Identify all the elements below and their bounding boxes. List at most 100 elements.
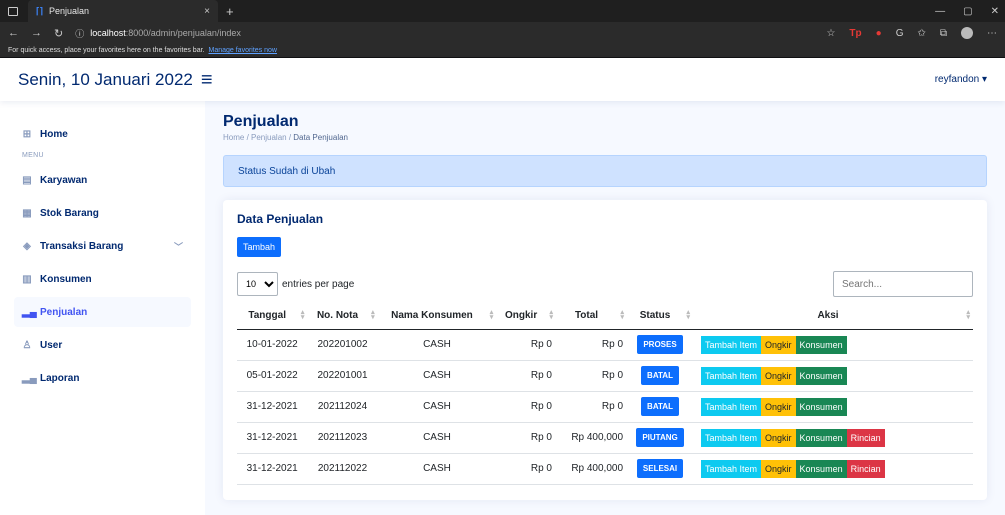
extension-tp-icon[interactable]: Tp bbox=[849, 28, 861, 39]
cell-aksi: Tambah Item Ongkir Konsumen bbox=[693, 360, 973, 392]
konsumen-button[interactable]: Konsumen bbox=[795, 335, 847, 354]
refresh-icon[interactable]: ↻ bbox=[54, 27, 63, 40]
window-menu-icon[interactable] bbox=[8, 6, 18, 16]
close-window-icon[interactable]: ✕ bbox=[991, 6, 999, 17]
sidebar-item-transaksi-barang[interactable]: ◈ Transaksi Barang ﹀ bbox=[14, 231, 191, 261]
konsumen-button[interactable]: Konsumen bbox=[795, 459, 847, 478]
breadcrumb-penjualan[interactable]: Penjualan bbox=[251, 133, 287, 142]
sidebar-heading: MENU bbox=[22, 152, 44, 159]
sidebar-item-penjualan[interactable]: ▂▄ Penjualan bbox=[14, 297, 191, 327]
cell-ongkir: Rp 0 bbox=[496, 391, 556, 423]
favbar-text: For quick access, place your favorites h… bbox=[8, 47, 205, 54]
tambah-item-button[interactable]: Tambah Item bbox=[701, 459, 762, 478]
read-aloud-icon[interactable]: ☆ bbox=[826, 28, 835, 39]
konsumen-button[interactable]: Konsumen bbox=[795, 366, 847, 385]
cell-total: Rp 400,000 bbox=[556, 453, 628, 485]
sidebar-item-label: Konsumen bbox=[40, 273, 92, 285]
more-icon[interactable]: ⋯ bbox=[987, 28, 997, 39]
rincian-button[interactable]: Rincian bbox=[846, 428, 885, 447]
minimize-icon[interactable]: — bbox=[935, 6, 945, 17]
konsumen-button[interactable]: Konsumen bbox=[795, 397, 847, 416]
browser-tab[interactable]: ⌈⌉ Penjualan × bbox=[28, 0, 218, 22]
table-icon: ▥ bbox=[22, 273, 32, 285]
url-host: localhost bbox=[90, 28, 126, 38]
manage-favorites-link[interactable]: Manage favorites now bbox=[209, 47, 277, 54]
th-label: Total bbox=[574, 310, 599, 322]
th-label: Status bbox=[639, 310, 671, 322]
breadcrumb-home[interactable]: Home bbox=[223, 133, 244, 142]
th-aksi[interactable]: Aksi ▴ ▾ bbox=[693, 303, 973, 330]
info-icon[interactable]: ⓘ bbox=[75, 27, 84, 40]
tambah-item-button[interactable]: Tambah Item bbox=[701, 428, 762, 447]
sidebar-item-label: Laporan bbox=[40, 372, 80, 384]
sidebar-item-label: Home bbox=[40, 128, 68, 140]
cell-status: BATAL bbox=[627, 391, 693, 423]
sort-icon: ▴ ▾ bbox=[300, 309, 305, 321]
search-input[interactable] bbox=[833, 271, 973, 297]
chevron-down-icon[interactable]: ﹀ bbox=[174, 240, 183, 253]
th-ongkir[interactable]: Ongkir ▴ ▾ bbox=[496, 303, 556, 330]
add-button[interactable]: Tambah bbox=[237, 237, 282, 257]
tambah-item-button[interactable]: Tambah Item bbox=[701, 397, 762, 416]
hamburger-menu-icon[interactable]: ≡ bbox=[201, 70, 213, 90]
ongkir-button[interactable]: Ongkir bbox=[761, 428, 796, 447]
status-badge: BATAL bbox=[641, 366, 679, 385]
cell-total: Rp 0 bbox=[556, 391, 628, 423]
tambah-item-button[interactable]: Tambah Item bbox=[701, 366, 762, 385]
th-status[interactable]: Status ▴ ▾ bbox=[627, 303, 693, 330]
sidebar-item-karyawan[interactable]: ▤ Karyawan bbox=[14, 165, 191, 195]
cell-nota: 202112024 bbox=[307, 391, 378, 423]
new-tab-icon[interactable]: + bbox=[226, 4, 234, 19]
cell-ongkir: Rp 0 bbox=[496, 422, 556, 454]
ongkir-button[interactable]: Ongkir bbox=[761, 397, 796, 416]
sort-icon: ▴ ▾ bbox=[686, 309, 690, 321]
restore-icon[interactable]: ▢ bbox=[963, 6, 972, 17]
cell-status: PIUTANG bbox=[627, 422, 693, 454]
th-nota[interactable]: No. Nota ▴ ▾ bbox=[307, 303, 378, 330]
user-dropdown[interactable]: reyfandon ▾ bbox=[935, 74, 987, 85]
extension-g-icon[interactable]: G bbox=[896, 28, 904, 39]
document-icon: ▤ bbox=[22, 174, 32, 186]
forward-icon[interactable]: → bbox=[31, 27, 42, 39]
status-badge: BATAL bbox=[641, 397, 679, 416]
th-label: Tanggal bbox=[248, 310, 286, 322]
sidebar-item-stok-barang[interactable]: ▦ Stok Barang bbox=[14, 198, 191, 228]
status-badge: SELESAI bbox=[636, 459, 684, 478]
cell-konsumen: CASH bbox=[377, 329, 497, 361]
cell-aksi: Tambah Item Ongkir Konsumen bbox=[693, 391, 973, 423]
url-field[interactable]: ⓘ localhost:8000/admin/penjualan/index bbox=[75, 27, 814, 40]
th-konsumen[interactable]: Nama Konsumen ▴ ▾ bbox=[377, 303, 497, 330]
back-icon[interactable]: ← bbox=[8, 27, 19, 39]
sidebar-item-home[interactable]: ⊞ Home bbox=[14, 119, 191, 149]
tambah-item-button[interactable]: Tambah Item bbox=[701, 335, 762, 354]
th-tanggal[interactable]: Tanggal ▴ ▾ bbox=[237, 303, 308, 330]
cell-aksi: Tambah Item Ongkir Konsumen Rincian bbox=[693, 422, 973, 454]
cell-total: Rp 0 bbox=[556, 360, 628, 392]
sidebar-item-label: Stok Barang bbox=[40, 207, 99, 219]
breadcrumb-current: Data Penjualan bbox=[293, 133, 348, 142]
ongkir-button[interactable]: Ongkir bbox=[761, 366, 796, 385]
ongkir-button[interactable]: Ongkir bbox=[761, 335, 796, 354]
table-row: 31-12-2021 202112022 CASH Rp 0 Rp 400,000 SEL… bbox=[237, 453, 973, 485]
cell-ongkir: Rp 0 bbox=[496, 453, 556, 485]
konsumen-button[interactable]: Konsumen bbox=[795, 428, 847, 447]
extension-icon[interactable]: ● bbox=[876, 28, 882, 39]
th-total[interactable]: Total ▴ ▾ bbox=[556, 303, 628, 330]
profile-avatar[interactable] bbox=[961, 27, 973, 39]
app-header: Senin, 10 Januari 2022 ≡ reyfandon ▾ bbox=[0, 58, 1005, 101]
sort-icon: ▴ ▾ bbox=[371, 309, 375, 321]
entries-control: 10 entries per page bbox=[237, 272, 354, 296]
cell-status: PROSES bbox=[627, 329, 693, 361]
ongkir-button[interactable]: Ongkir bbox=[761, 459, 796, 478]
sidebar-item-laporan[interactable]: ▂▄ Laporan bbox=[14, 363, 191, 393]
tab-close-icon[interactable]: × bbox=[204, 6, 210, 17]
card-title: Data Penjualan bbox=[237, 212, 324, 226]
status-alert: Status Sudah di Ubah bbox=[223, 155, 987, 187]
rincian-button[interactable]: Rincian bbox=[846, 459, 885, 478]
sidebar-item-konsumen[interactable]: ▥ Konsumen bbox=[14, 264, 191, 294]
sidebar-item-user[interactable]: ♙ User bbox=[14, 330, 191, 360]
entries-select[interactable]: 10 bbox=[237, 272, 278, 296]
sidebar-item-label: User bbox=[40, 339, 63, 351]
collections-icon[interactable]: ⧉ bbox=[940, 28, 947, 39]
favorites-icon[interactable]: ✩ bbox=[917, 28, 925, 39]
